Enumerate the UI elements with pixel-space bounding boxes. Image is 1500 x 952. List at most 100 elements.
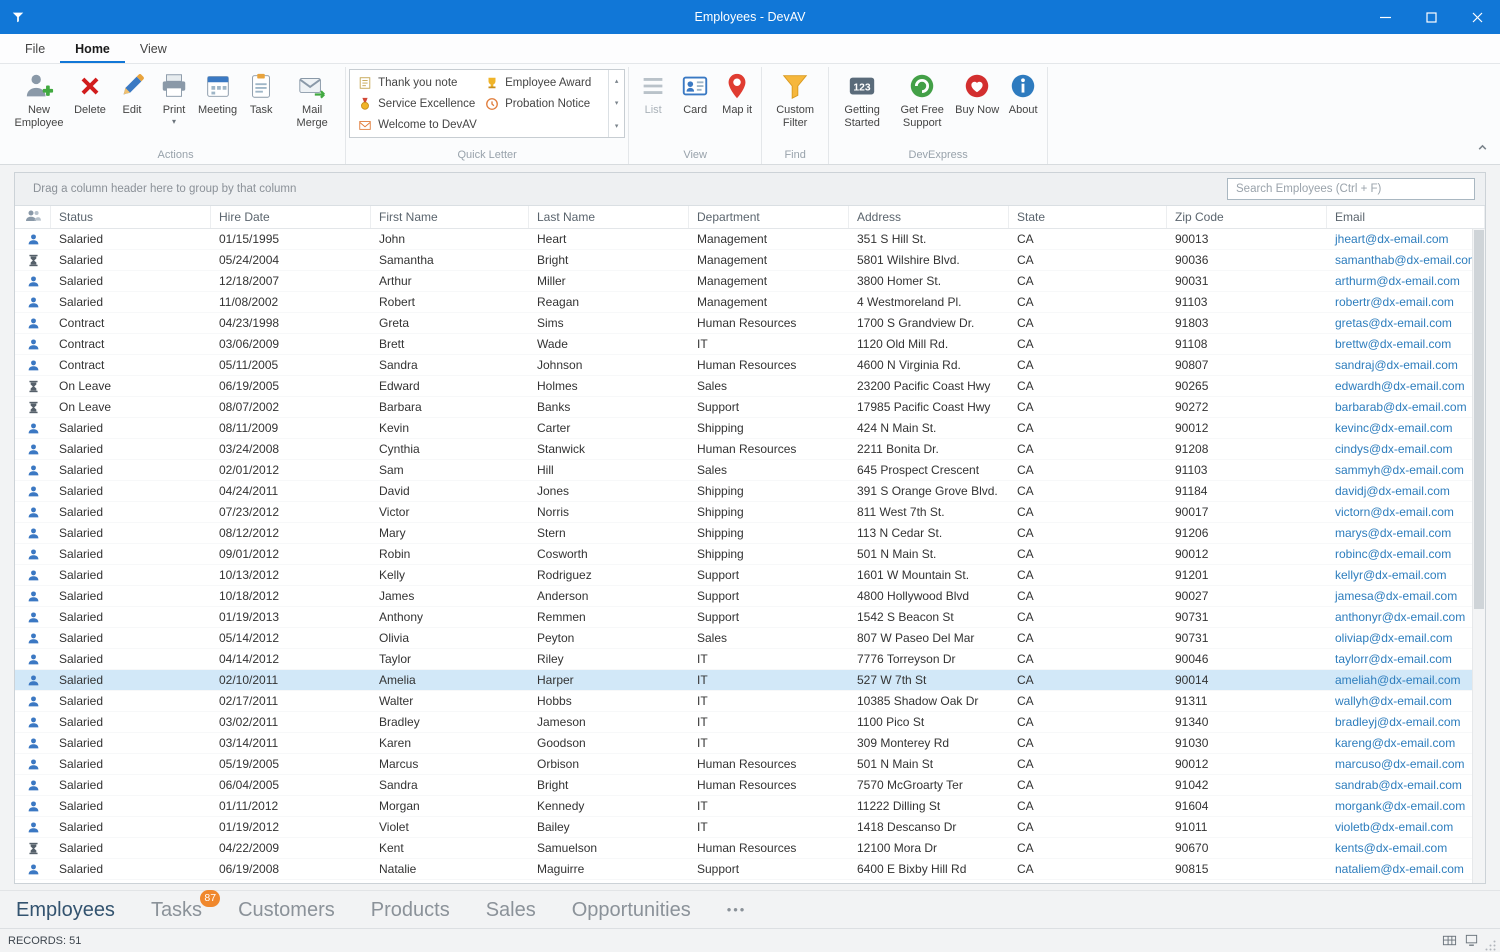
cell-email[interactable]: nataliem@dx-email.com	[1327, 859, 1472, 879]
cell-email[interactable]: marys@dx-email.com	[1327, 523, 1472, 543]
employee-row[interactable]: Salaried07/23/2012VictorNorrisShipping81…	[15, 502, 1485, 523]
employee-row[interactable]: Salaried10/13/2012KellyRodriguezSupport1…	[15, 565, 1485, 586]
gallery-down-button[interactable]: ▾	[609, 92, 624, 114]
employee-row[interactable]: Salaried04/14/2012TaylorRileyIT7776 Torr…	[15, 649, 1485, 670]
employee-row[interactable]: Salaried09/01/2012RobinCosworthShipping5…	[15, 544, 1485, 565]
edit-button[interactable]: Edit	[111, 67, 153, 118]
minimize-button[interactable]	[1362, 0, 1408, 34]
employee-row[interactable]: Contract04/23/1998GretaSimsHuman Resourc…	[15, 313, 1485, 334]
maximize-button[interactable]	[1408, 0, 1454, 34]
employee-row[interactable]: Salaried01/15/1995JohnHeartManagement351…	[15, 229, 1485, 250]
cell-email[interactable]: robertr@dx-email.com	[1327, 292, 1472, 312]
column-header-state[interactable]: State	[1009, 206, 1167, 228]
cell-email[interactable]: cindys@dx-email.com	[1327, 439, 1472, 459]
cell-email[interactable]: ameliah@dx-email.com	[1327, 670, 1472, 690]
employee-row[interactable]: Salaried12/18/2007ArthurMillerManagement…	[15, 271, 1485, 292]
nav-tab-products[interactable]: Products	[371, 898, 450, 922]
cell-email[interactable]: kevinc@dx-email.com	[1327, 418, 1472, 438]
task-button[interactable]: Task	[240, 67, 282, 118]
cell-email[interactable]: gretas@dx-email.com	[1327, 313, 1472, 333]
get-free-support-button[interactable]: Get Free Support	[892, 67, 952, 131]
app-icon[interactable]	[0, 10, 36, 24]
cell-email[interactable]: arthurm@dx-email.com	[1327, 271, 1472, 291]
employee-row[interactable]: Salaried01/19/2012VioletBaileyIT1418 Des…	[15, 817, 1485, 838]
column-header-status[interactable]: Status	[51, 206, 211, 228]
employee-row[interactable]: Salaried03/14/2011KarenGoodsonIT309 Mont…	[15, 733, 1485, 754]
cell-email[interactable]: anthonyr@dx-email.com	[1327, 607, 1472, 627]
cell-email[interactable]: brettw@dx-email.com	[1327, 334, 1472, 354]
column-header-zip[interactable]: Zip Code	[1167, 206, 1327, 228]
quick-letter-service-excellence[interactable]: Service Excellence	[352, 93, 479, 114]
quick-letter-employee-award[interactable]: Employee Award	[479, 72, 606, 93]
employee-row[interactable]: Salaried03/24/2008CynthiaStanwickHuman R…	[15, 439, 1485, 460]
column-header-first_name[interactable]: First Name	[371, 206, 529, 228]
cell-email[interactable]: barbarab@dx-email.com	[1327, 397, 1472, 417]
quick-letter-welcome-to-devav[interactable]: Welcome to DevAV	[352, 114, 479, 135]
mail-merge-button[interactable]: Mail Merge	[282, 67, 342, 131]
card-button[interactable]: Card	[674, 67, 716, 118]
employee-row[interactable]: Salaried01/11/2012MorganKennedyIT11222 D…	[15, 796, 1485, 817]
new-employee-button[interactable]: New Employee	[9, 67, 69, 131]
scrollbar-thumb[interactable]	[1474, 230, 1484, 609]
employee-row[interactable]: On Leave06/19/2005EdwardHolmesSales23200…	[15, 376, 1485, 397]
employee-row[interactable]: Salaried08/12/2012MarySternShipping113 N…	[15, 523, 1485, 544]
nav-tab-employees[interactable]: Employees	[16, 898, 115, 922]
cell-email[interactable]: kents@dx-email.com	[1327, 838, 1472, 858]
employee-row[interactable]: Contract05/11/2005SandraJohnsonHuman Res…	[15, 355, 1485, 376]
column-header-hire_date[interactable]: Hire Date	[211, 206, 371, 228]
column-header-last_name[interactable]: Last Name	[529, 206, 689, 228]
cell-email[interactable]: kellyr@dx-email.com	[1327, 565, 1472, 585]
employee-row[interactable]: Salaried01/19/2013AnthonyRemmenSupport15…	[15, 607, 1485, 628]
buy-now-button[interactable]: Buy Now	[952, 67, 1002, 118]
cell-email[interactable]: robinc@dx-email.com	[1327, 544, 1472, 564]
cell-email[interactable]: victorn@dx-email.com	[1327, 502, 1472, 522]
group-by-panel[interactable]: Drag a column header here to group by th…	[15, 173, 1485, 206]
vertical-scrollbar[interactable]	[1472, 229, 1485, 883]
nav-tab-customers[interactable]: Customers	[238, 898, 335, 922]
search-input[interactable]	[1227, 178, 1475, 200]
column-header-email[interactable]: Email	[1327, 206, 1485, 228]
cell-email[interactable]: jheart@dx-email.com	[1327, 229, 1472, 249]
employee-row[interactable]: Salaried06/04/2005SandraBrightHuman Reso…	[15, 775, 1485, 796]
menu-tab-view[interactable]: View	[125, 36, 182, 63]
cell-email[interactable]: bradleyj@dx-email.com	[1327, 712, 1472, 732]
layout-icon[interactable]	[1460, 931, 1482, 951]
cell-email[interactable]: sandrab@dx-email.com	[1327, 775, 1472, 795]
print-button[interactable]: Print▾	[153, 67, 195, 127]
column-header-address[interactable]: Address	[849, 206, 1009, 228]
employee-row[interactable]: Salaried02/10/2011AmeliaHarperIT527 W 7t…	[15, 670, 1485, 691]
employee-row[interactable]: Salaried11/08/2002RobertReaganManagement…	[15, 292, 1485, 313]
employee-row[interactable]: Salaried04/22/2009KentSamuelsonHuman Res…	[15, 838, 1485, 859]
employee-row[interactable]: Salaried08/11/2009KevinCarterShipping424…	[15, 418, 1485, 439]
column-header-department[interactable]: Department	[689, 206, 849, 228]
nav-tab-overflow[interactable]: •••	[727, 898, 747, 922]
cell-email[interactable]: edwardh@dx-email.com	[1327, 376, 1472, 396]
cell-email[interactable]: jamesa@dx-email.com	[1327, 586, 1472, 606]
cell-email[interactable]: oliviap@dx-email.com	[1327, 628, 1472, 648]
cell-email[interactable]: taylorr@dx-email.com	[1327, 649, 1472, 669]
nav-tab-opportunities[interactable]: Opportunities	[572, 898, 691, 922]
custom-filter-button[interactable]: Custom Filter	[765, 67, 825, 131]
employee-row[interactable]: Salaried05/24/2004SamanthaBrightManageme…	[15, 250, 1485, 271]
menu-tab-home[interactable]: Home	[60, 36, 125, 63]
quick-letter-probation-notice[interactable]: Probation Notice	[479, 93, 606, 114]
list-button[interactable]: List	[632, 67, 674, 118]
resize-grip[interactable]	[1482, 931, 1496, 951]
cell-email[interactable]: sammyh@dx-email.com	[1327, 460, 1472, 480]
nav-tab-sales[interactable]: Sales	[486, 898, 536, 922]
employee-row[interactable]: Salaried10/18/2012JamesAndersonSupport48…	[15, 586, 1485, 607]
employee-row[interactable]: On Leave08/07/2002BarbaraBanksSupport179…	[15, 397, 1485, 418]
cell-email[interactable]: marcuso@dx-email.com	[1327, 754, 1472, 774]
gallery-expand-button[interactable]: ▾	[609, 115, 624, 137]
employee-row[interactable]: Salaried03/02/2011BradleyJamesonIT1100 P…	[15, 712, 1485, 733]
employee-row[interactable]: Salaried06/19/2008NatalieMaguirreSupport…	[15, 859, 1485, 880]
cell-email[interactable]: davidj@dx-email.com	[1327, 481, 1472, 501]
gallery-up-button[interactable]: ▴	[609, 70, 624, 92]
getting-started-button[interactable]: 123Getting Started	[832, 67, 892, 131]
employee-row[interactable]: Salaried04/24/2011DavidJonesShipping391 …	[15, 481, 1485, 502]
close-button[interactable]	[1454, 0, 1500, 34]
menu-tab-file[interactable]: File	[10, 36, 60, 63]
column-header-icon[interactable]	[15, 206, 51, 228]
employee-row[interactable]: Contract03/06/2009BrettWadeIT1120 Old Mi…	[15, 334, 1485, 355]
cell-email[interactable]: kareng@dx-email.com	[1327, 733, 1472, 753]
